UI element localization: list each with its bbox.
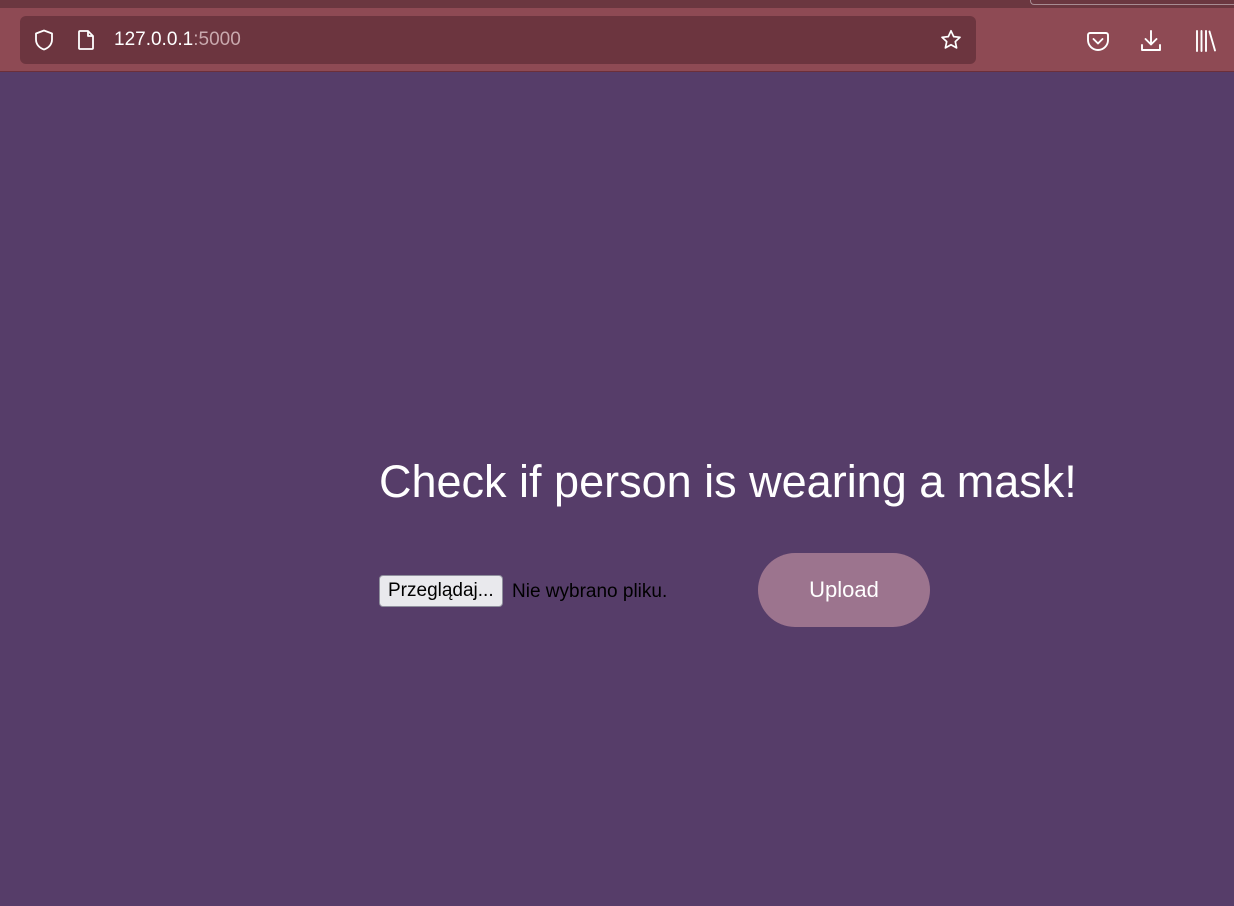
address-bar[interactable]: 127.0.0.1:5000 bbox=[20, 16, 976, 64]
browser-toolbar: 127.0.0.1:5000 bbox=[0, 8, 1234, 72]
shield-icon[interactable] bbox=[32, 28, 56, 52]
browse-button[interactable]: Przeglądaj... bbox=[379, 575, 503, 607]
page-title: Check if person is wearing a mask! bbox=[379, 456, 1077, 507]
tab-edge[interactable] bbox=[1030, 0, 1234, 5]
download-icon[interactable] bbox=[1138, 28, 1164, 54]
url-port: :5000 bbox=[193, 29, 241, 50]
main-content: Check if person is wearing a mask! Przeg… bbox=[379, 452, 1077, 627]
upload-button[interactable]: Upload bbox=[758, 553, 930, 627]
file-status: Nie wybrano pliku. bbox=[512, 581, 668, 602]
page-icon bbox=[74, 28, 98, 52]
star-icon[interactable] bbox=[939, 28, 963, 52]
library-icon[interactable] bbox=[1193, 28, 1219, 54]
upload-form: Przeglądaj... Nie wybrano pliku. Upload bbox=[379, 553, 939, 627]
url-host: 127.0.0.1 bbox=[114, 29, 194, 50]
url-text[interactable]: 127.0.0.1:5000 bbox=[114, 16, 241, 64]
pocket-icon[interactable] bbox=[1085, 28, 1111, 54]
